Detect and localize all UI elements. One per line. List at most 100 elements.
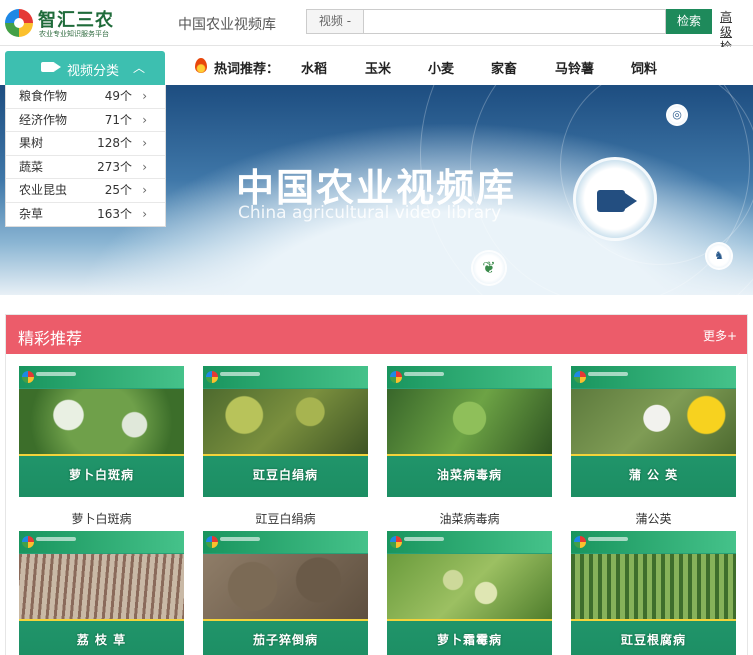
chevron-right-icon: ›	[142, 112, 147, 127]
thumbnail-banner	[571, 531, 736, 553]
video-card[interactable]: 豇豆根腐病	[571, 531, 736, 655]
category-item[interactable]: 蔬菜 273个 ›	[6, 156, 165, 179]
category-name: 农业昆虫	[19, 183, 68, 197]
category-item[interactable]: 农业昆虫 25个 ›	[6, 179, 165, 203]
hot-word-link[interactable]: 饲料	[631, 58, 657, 77]
video-thumbnail[interactable]: 豇豆根腐病	[571, 531, 736, 655]
hot-word-link[interactable]: 马铃薯	[555, 58, 594, 77]
thumbnail-title: 茄子猝倒病	[252, 633, 318, 647]
chevron-right-icon: ›	[142, 206, 147, 221]
thumbnail-title: 萝卜白斑病	[68, 468, 134, 482]
video-thumbnail[interactable]: 萝卜霜霉病	[387, 531, 552, 655]
site-logo[interactable]: 智汇三农 农业专业知识服务平台	[5, 6, 125, 40]
video-caption[interactable]: 萝卜白斑病	[19, 510, 184, 527]
site-header: 智汇三农 农业专业知识服务平台 中国农业视频库 视频 - 检索 高级检索	[0, 0, 753, 69]
category-list: 粮食作物 49个 › 经济作物 71个 › 果树 128个 › 蔬菜 273个 …	[5, 85, 166, 227]
thumbnail-brand	[588, 537, 628, 541]
hot-word-link[interactable]: 小麦	[428, 58, 454, 77]
category-count: 71个	[104, 112, 132, 127]
video-thumbnail[interactable]: 荔 枝 草	[19, 531, 184, 655]
thumbnail-banner	[571, 366, 736, 388]
video-caption[interactable]: 油菜病毒病	[387, 510, 552, 527]
category-count: 273个	[97, 159, 132, 174]
logo-icon	[574, 371, 586, 383]
camera-lens-shape	[625, 193, 637, 209]
more-link[interactable]: 更多+	[703, 327, 737, 344]
category-item[interactable]: 杂草 163个 ›	[6, 203, 165, 227]
video-card[interactable]: 茄子猝倒病	[203, 531, 368, 655]
thumbnail-brand	[220, 372, 260, 376]
chevron-right-icon: ›	[142, 183, 147, 197]
thumbnail-title: 萝卜霜霉病	[436, 633, 502, 647]
logo-icon	[22, 536, 34, 548]
category-item[interactable]: 果树 128个 ›	[6, 132, 165, 156]
video-card[interactable]: 萝卜白斑病 萝卜白斑病	[19, 366, 184, 526]
category-name: 蔬菜	[19, 159, 44, 174]
category-item[interactable]: 粮食作物 49个 ›	[6, 85, 165, 109]
logo-icon	[390, 371, 402, 383]
logo-icon	[574, 536, 586, 548]
thumbnail-brand	[588, 372, 628, 376]
video-camera-icon	[41, 62, 55, 72]
video-photo	[203, 554, 368, 621]
thumbnail-banner	[19, 366, 184, 388]
video-photo	[203, 389, 368, 456]
video-photo	[387, 554, 552, 621]
thumbnail-title: 豇豆根腐病	[620, 633, 686, 647]
hot-word-link[interactable]: 玉米	[365, 58, 391, 77]
thumbnail-banner	[203, 531, 368, 553]
video-thumbnail[interactable]: 茄子猝倒病	[203, 531, 368, 655]
video-photo	[571, 554, 736, 621]
video-camera-icon	[597, 190, 625, 212]
camera-badge	[573, 157, 657, 241]
logo-icon	[206, 371, 218, 383]
search-input[interactable]	[364, 9, 666, 34]
video-photo	[571, 389, 736, 456]
category-menu-header[interactable]: 视频分类 ︿	[5, 51, 165, 85]
thumbnail-brand	[404, 537, 444, 541]
video-photo	[19, 554, 184, 621]
banner-subtitle: China agricultural video library	[238, 203, 502, 223]
video-caption[interactable]: 豇豆白绢病	[203, 510, 368, 527]
thumbnail-brand	[220, 537, 260, 541]
category-name: 经济作物	[19, 112, 68, 127]
chevron-up-icon: ︿	[133, 61, 146, 75]
video-card[interactable]: 萝卜霜霉病	[387, 531, 552, 655]
logo-icon	[5, 9, 33, 37]
search-type-select[interactable]: 视频 -	[306, 9, 364, 34]
fish-icon: ◎	[666, 104, 688, 126]
thumbnail-banner	[19, 531, 184, 553]
hot-word-link[interactable]: 水稻	[301, 58, 327, 77]
thumbnail-brand	[36, 372, 76, 376]
hot-words-label: 热词推荐：	[214, 62, 280, 77]
category-name: 杂草	[19, 206, 44, 221]
chevron-right-icon: ›	[142, 159, 147, 174]
section-title: 精彩推荐	[18, 329, 83, 348]
video-caption[interactable]: 蒲公英	[571, 510, 736, 527]
video-thumbnail[interactable]: 豇豆白绢病	[203, 366, 368, 497]
video-card[interactable]: 蒲 公 英 蒲公英	[571, 366, 736, 526]
section-header: 精彩推荐 更多+	[6, 315, 747, 354]
video-card[interactable]: 油菜病毒病 油菜病毒病	[387, 366, 552, 526]
chevron-right-icon: ›	[142, 136, 147, 150]
hot-word-link[interactable]: 家畜	[491, 58, 517, 77]
site-name: 中国农业视频库	[178, 17, 276, 33]
thumbnail-banner	[203, 366, 368, 388]
video-card[interactable]: 豇豆白绢病 豇豆白绢病	[203, 366, 368, 526]
category-name: 粮食作物	[19, 89, 68, 103]
video-thumbnail[interactable]: 油菜病毒病	[387, 366, 552, 497]
recommended-section: 精彩推荐 更多+ 萝卜白斑病 萝卜白斑病 豇豆白绢病 豇豆白绢病 油菜病毒病 油…	[5, 314, 748, 655]
logo-icon	[206, 536, 218, 548]
video-thumbnail[interactable]: 萝卜白斑病	[19, 366, 184, 497]
category-menu-title: 视频分类	[67, 64, 120, 79]
thumbnail-title: 荔 枝 草	[76, 633, 127, 647]
video-card[interactable]: 荔 枝 草	[19, 531, 184, 655]
chevron-right-icon: ›	[142, 89, 147, 103]
nav-bar: 视频分类 ︿ 热词推荐： 水稻 玉米 小麦 家畜 马铃薯 饲料	[0, 47, 753, 85]
video-thumbnail[interactable]: 蒲 公 英	[571, 366, 736, 497]
search-button[interactable]: 检索	[666, 9, 712, 34]
video-photo	[19, 389, 184, 456]
thumbnail-banner	[387, 531, 552, 553]
logo-icon	[390, 536, 402, 548]
category-item[interactable]: 经济作物 71个 ›	[6, 109, 165, 132]
